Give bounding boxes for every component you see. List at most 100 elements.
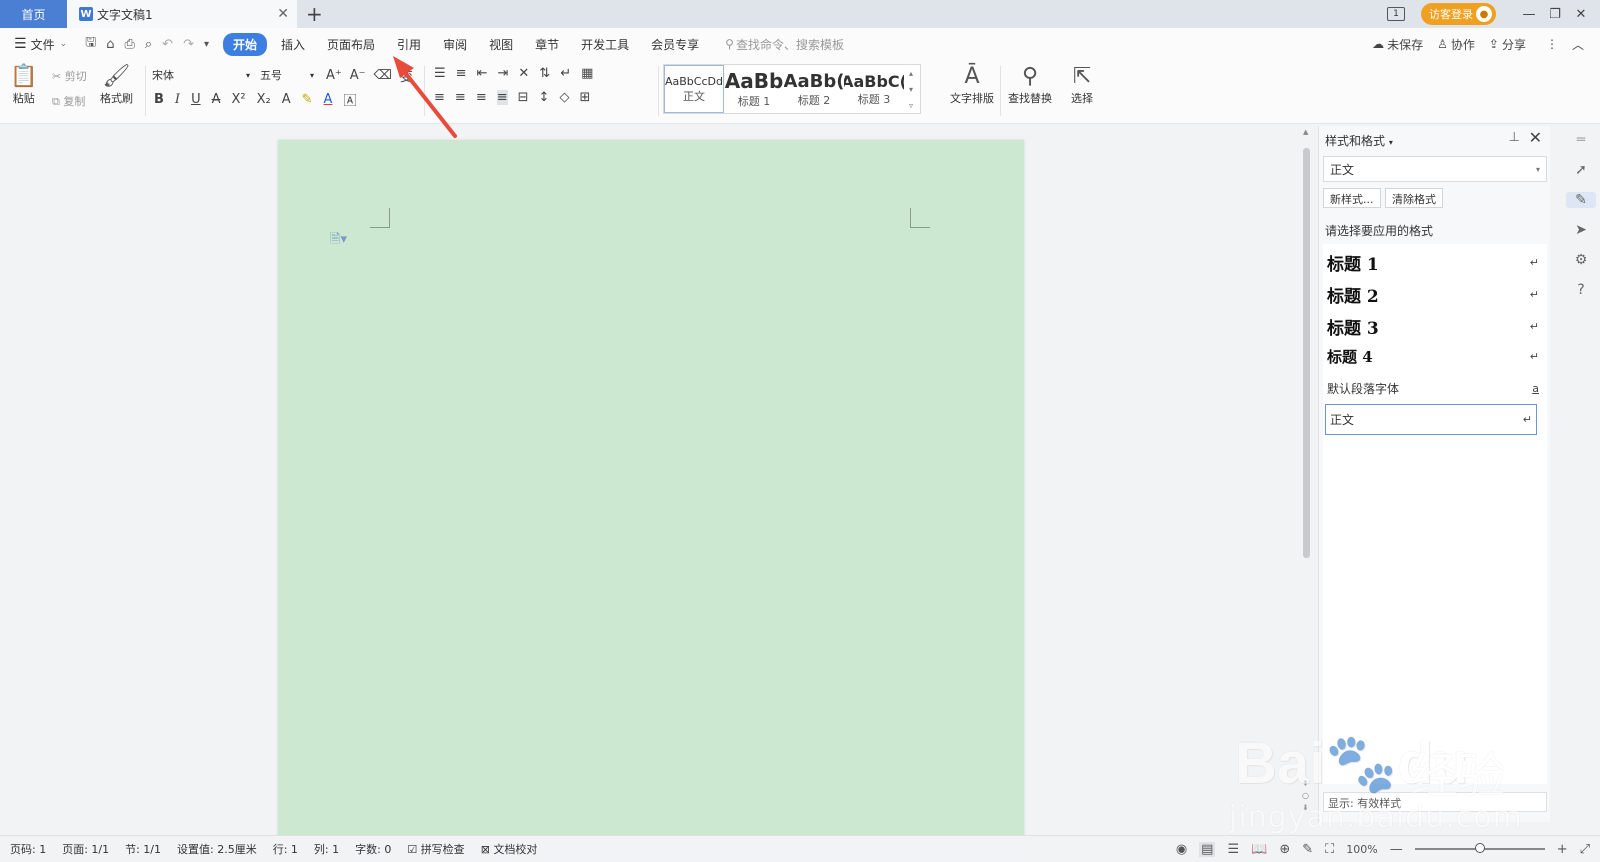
tab-section[interactable]: 章节 — [535, 36, 559, 53]
zoom-out-icon[interactable]: — — [1390, 842, 1403, 857]
doc-proof-button[interactable]: ⊠ 文档校对 — [481, 841, 538, 857]
paragraph-layout-icon[interactable]: 🗎▾ — [330, 230, 347, 252]
decrease-indent-icon[interactable]: ⇤ — [477, 66, 488, 81]
word-count[interactable]: 字数: 0 — [355, 841, 391, 857]
close-tab-icon[interactable]: ✕ — [277, 6, 289, 22]
style-list-item[interactable]: 标题 4 ↵ — [1327, 346, 1539, 367]
font-size-select[interactable]: 五号 ▾ — [256, 66, 318, 84]
justify-icon[interactable]: ≡ — [496, 90, 508, 105]
style-list-item[interactable]: 标题 1 ↵ — [1327, 250, 1539, 275]
align-left-icon[interactable]: ≡ — [434, 90, 445, 105]
settings-sliders-icon[interactable]: ⚙ — [1575, 252, 1588, 268]
file-menu[interactable]: ☰ 文件 ⌄ — [14, 36, 67, 53]
zoom-in-icon[interactable]: + — [1557, 842, 1568, 857]
underline-icon[interactable]: U — [191, 92, 201, 107]
phonetic-icon[interactable]: 变 — [400, 66, 413, 85]
numbered-list-icon[interactable]: ≡ — [456, 66, 467, 81]
customize-icon[interactable]: ▾ — [204, 39, 209, 50]
zoom-slider[interactable] — [1414, 843, 1545, 853]
tab-review[interactable]: 审阅 — [443, 36, 467, 53]
decrease-font-icon[interactable]: A⁻ — [350, 68, 366, 83]
clear-format-button[interactable]: 清除格式 — [1385, 188, 1443, 208]
bold-icon[interactable]: B — [154, 92, 164, 107]
shading-icon[interactable]: ◇ — [559, 90, 569, 105]
page-number[interactable]: 页码: 1 — [10, 841, 46, 857]
new-tab-button[interactable]: + — [306, 2, 323, 26]
page-view-icon[interactable]: ▤ — [1199, 841, 1216, 857]
close-pane-icon[interactable]: ✕ — [1529, 128, 1542, 147]
paste-button[interactable]: 📋 粘贴 — [10, 64, 37, 106]
text-layout-button[interactable]: Ā 文字排版 — [950, 64, 994, 106]
tab-references[interactable]: 引用 — [397, 36, 421, 53]
bullet-list-icon[interactable]: ☰ — [434, 66, 446, 81]
redo-icon[interactable]: ↷ — [183, 37, 194, 52]
print-preview-icon[interactable]: ⌕ — [145, 37, 152, 52]
page-count[interactable]: 页面: 1/1 — [62, 841, 109, 857]
sort-icon[interactable]: ⇅ — [539, 66, 550, 81]
style-heading-2[interactable]: AaBb( 标题 2 — [784, 65, 844, 113]
tab-member[interactable]: 会员专享 — [651, 36, 699, 53]
select-button[interactable]: ⇱ 选择 — [1071, 64, 1093, 106]
align-center-icon[interactable]: ≡ — [455, 90, 466, 105]
zoom-slider-thumb[interactable] — [1474, 843, 1485, 853]
borders-icon[interactable]: ⊞ — [579, 90, 590, 105]
fullscreen-icon[interactable]: ⤢ — [1580, 842, 1590, 857]
unsaved-button[interactable]: ☁ 未保存 — [1372, 36, 1423, 53]
eye-protection-icon[interactable]: ◉ — [1176, 842, 1187, 857]
italic-icon[interactable]: I — [175, 92, 180, 107]
format-painter-button[interactable]: 🖌 格式刷 — [100, 64, 133, 106]
font-name-select[interactable]: 宋体 ▾ — [148, 66, 254, 84]
text-effect-icon[interactable]: A — [282, 92, 291, 107]
gallery-scroll[interactable]: ▴ ▾ ▿ — [904, 65, 918, 113]
style-heading-3[interactable]: AaBbC( 标题 3 — [844, 65, 904, 113]
tab-developer[interactable]: 开发工具 — [581, 36, 629, 53]
tab-view[interactable]: 视图 — [489, 36, 513, 53]
copy-button[interactable]: ⧉ 复制 — [52, 93, 85, 109]
collapse-ribbon-icon[interactable]: ︿ — [1572, 36, 1584, 53]
read-view-icon[interactable]: 📖 — [1251, 842, 1267, 857]
command-search[interactable]: ⚲ 查找命令、搜索模板 — [725, 36, 844, 53]
style-pen-icon[interactable]: ✎ — [1566, 192, 1596, 208]
subscript-icon[interactable]: X₂ — [257, 92, 271, 107]
tab-page-layout[interactable]: 页面布局 — [327, 36, 375, 53]
current-style-select[interactable]: 正文 ▾ — [1323, 156, 1547, 182]
chevron-down-icon[interactable]: ▾ — [909, 85, 913, 94]
row-info[interactable]: 行: 1 — [273, 841, 298, 857]
collaborate-button[interactable]: ♙ 协作 — [1437, 36, 1475, 53]
format-brush-icon[interactable]: ⌂ — [106, 37, 114, 52]
setting-value[interactable]: 设置值: 2.5厘米 — [177, 841, 257, 857]
strikethrough-icon[interactable]: A — [212, 92, 221, 107]
pin-icon[interactable]: ⊥ — [1509, 130, 1520, 145]
pen-icon[interactable]: ✎ — [1302, 842, 1313, 857]
chevron-up-icon[interactable]: ▴ — [909, 69, 913, 78]
expand-icon[interactable]: ▿ — [909, 101, 913, 110]
undo-icon[interactable]: ↶ — [162, 37, 173, 52]
zoom-level[interactable]: 100% — [1346, 843, 1377, 856]
tab-home-ribbon[interactable]: 开始 — [223, 32, 268, 56]
style-normal[interactable]: AaBbCcDd 正文 — [664, 65, 724, 113]
table-icon[interactable]: ▦ — [581, 66, 593, 81]
scrollbar-thumb[interactable] — [1303, 148, 1310, 558]
scroll-up-icon[interactable]: ▲ — [1303, 128, 1308, 136]
share-button[interactable]: ⇪ 分享 — [1489, 36, 1526, 53]
collapse-icon[interactable]: ═ — [1577, 132, 1585, 148]
save-icon[interactable]: 🖫 — [85, 33, 96, 55]
clear-format-icon[interactable]: ⌫ — [374, 68, 392, 83]
minimize-button[interactable]: — — [1516, 7, 1542, 22]
align-right-icon[interactable]: ≡ — [476, 90, 487, 105]
increase-indent-icon[interactable]: ⇥ — [497, 66, 508, 81]
new-style-button[interactable]: 新样式... — [1323, 188, 1381, 208]
distribute-icon[interactable]: ⊟ — [518, 90, 529, 105]
outline-view-icon[interactable]: ☰ — [1227, 842, 1239, 857]
cut-button[interactable]: ✂ 剪切 — [52, 68, 87, 84]
tab-document[interactable]: W 文字文稿1 ✕ — [67, 0, 297, 28]
style-list-item[interactable]: 标题 2 ↵ — [1327, 282, 1539, 307]
window-layout-icon[interactable]: 1 — [1387, 7, 1405, 21]
visitor-login-button[interactable]: 访客登录 ● — [1421, 3, 1496, 25]
style-list-item[interactable]: 标题 3 ↵ — [1327, 314, 1539, 339]
rocket-icon[interactable]: ➚ — [1575, 162, 1587, 178]
superscript-icon[interactable]: X² — [231, 92, 245, 107]
increase-font-icon[interactable]: A⁺ — [326, 68, 342, 83]
styles-pane-title[interactable]: 样式和格式 ▾ — [1325, 132, 1393, 149]
col-info[interactable]: 列: 1 — [314, 841, 339, 857]
